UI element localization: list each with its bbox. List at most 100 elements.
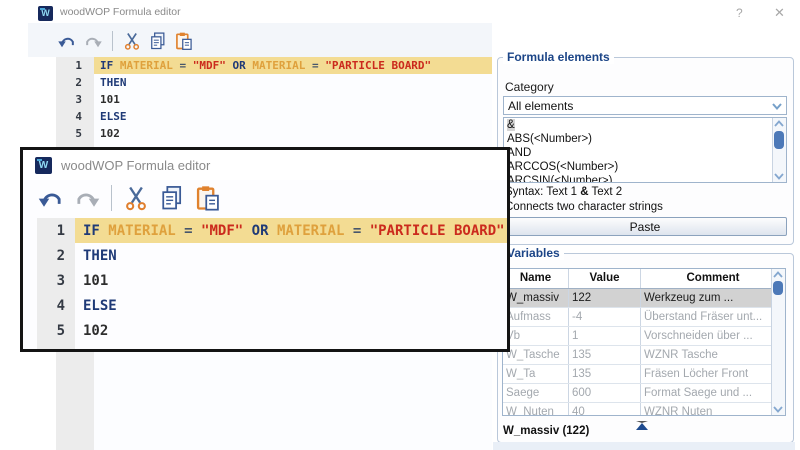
table-row[interactable]: W_Nuten40WZNR Nuten [503, 403, 785, 416]
table-cell: W_Ta [503, 365, 569, 383]
woodwop-app-icon: W [35, 157, 52, 174]
table-row[interactable]: Vb1Vorschneiden über ... [503, 327, 785, 346]
editor-line[interactable]: 4ELSE [23, 293, 507, 318]
scroll-up-icon[interactable] [773, 118, 785, 130]
undo-button[interactable] [33, 184, 69, 212]
table-row[interactable]: W_Tasche135WZNR Tasche [503, 346, 785, 365]
table-cell: WZNR Nuten [641, 403, 785, 416]
line-number: 5 [23, 323, 75, 339]
scroll-up-icon[interactable] [772, 269, 784, 281]
editor-line[interactable]: 3 101 [56, 91, 492, 108]
chevron-down-icon[interactable] [770, 99, 784, 113]
column-header-value[interactable]: Value [569, 269, 641, 288]
line-number: 1 [56, 59, 94, 72]
table-row[interactable]: Aufmass-4Überstand Fräser unt... [503, 308, 785, 327]
editor-line[interactable]: 5 102 [56, 125, 492, 142]
category-label: Category [505, 80, 554, 94]
table-scrollbar[interactable] [771, 269, 785, 415]
code-token: = [312, 59, 319, 72]
copy-button[interactable] [154, 184, 190, 212]
line-number: 2 [56, 76, 94, 89]
redo-button[interactable] [69, 184, 105, 212]
code-token: = [353, 223, 361, 239]
collapse-up-icon[interactable] [636, 421, 648, 430]
table-cell: Aufmass [503, 308, 569, 326]
woodwop-app-icon: W [38, 6, 53, 21]
scrollbar-thumb[interactable] [773, 281, 783, 295]
editor-line[interactable]: 5 102 [23, 318, 507, 343]
code-token: 101 [100, 93, 120, 106]
editor-line[interactable]: 2THEN [56, 74, 492, 91]
editor-line[interactable]: 4 ELSE [56, 108, 492, 125]
code-token: "MDF" [201, 223, 243, 239]
cut-button[interactable] [118, 184, 154, 212]
cut-button[interactable] [119, 31, 145, 51]
category-dropdown[interactable]: All elements [503, 96, 787, 115]
editor-line[interactable]: 3101 [23, 268, 507, 293]
list-scrollbar[interactable] [772, 118, 786, 182]
formula-elements-list: &ABS(<Number>)ANDARCCOS(<Number>)ARCSIN(… [503, 117, 787, 183]
code-token: MATERIAL [120, 59, 173, 72]
line-number: 4 [56, 110, 94, 123]
code-token: "MDF" [193, 59, 226, 72]
paste-button-toolbar[interactable] [171, 31, 197, 51]
code-token: "PARTICLE BOARD" [370, 223, 505, 239]
column-header-name[interactable]: Name [503, 269, 569, 288]
list-item[interactable]: ARCCOS(<Number>) [504, 160, 786, 174]
editor-line[interactable]: 1IF MATERIAL = "MDF" OR MATERIAL = "PART… [23, 218, 507, 243]
table-cell: 40 [569, 403, 641, 416]
scroll-down-icon[interactable] [772, 403, 784, 415]
table-row[interactable]: Saege600Format Saege und ... [503, 384, 785, 403]
table-header-row[interactable]: Name Value Comment [503, 269, 785, 289]
list-item[interactable]: ARCSIN(<Number>) [504, 174, 786, 183]
undo-button[interactable] [54, 31, 80, 51]
scrollbar-thumb[interactable] [774, 131, 784, 149]
help-button[interactable]: ? [730, 4, 748, 20]
table-cell: 135 [569, 365, 641, 383]
popup-code-editor[interactable]: 1IF MATERIAL = "MDF" OR MATERIAL = "PART… [23, 218, 507, 349]
table-cell: 600 [569, 384, 641, 402]
code-token: = [184, 223, 192, 239]
code-token: THEN [83, 248, 117, 264]
redo-button[interactable] [80, 31, 106, 51]
table-cell: -4 [569, 308, 641, 326]
close-button[interactable]: ✕ [768, 4, 786, 20]
code-token: ELSE [83, 298, 117, 314]
table-cell: 122 [569, 289, 641, 307]
popup-toolbar [33, 182, 226, 214]
editor-line[interactable]: 1IF MATERIAL = "MDF" OR MATERIAL = "PART… [56, 57, 492, 74]
paste-icon [190, 184, 226, 212]
code-token: ELSE [100, 110, 127, 123]
column-header-comment[interactable]: Comment [641, 269, 785, 288]
paste-button-toolbar[interactable] [190, 184, 226, 212]
table-cell: Vorschneiden über ... [641, 327, 785, 345]
table-cell: Vb [503, 327, 569, 345]
code-token: MATERIAL [252, 59, 305, 72]
code-token: OR [252, 223, 269, 239]
paste-icon [171, 31, 197, 51]
table-cell: Fräsen Löcher Front [641, 365, 785, 383]
syntax-text: Syntax: Text 1 & Text 2 [505, 186, 622, 198]
copy-button[interactable] [145, 31, 171, 51]
table-cell: W_massiv [503, 289, 569, 307]
table-row[interactable]: W_Ta135Fräsen Löcher Front [503, 365, 785, 384]
paste-element-button[interactable]: Paste [503, 217, 787, 236]
table-row[interactable]: W_massiv122Werkzeug zum ... [503, 289, 785, 308]
list-item[interactable]: & [504, 118, 786, 132]
list-item[interactable]: ABS(<Number>) [504, 132, 786, 146]
toolbar-separator [112, 31, 113, 51]
line-number: 3 [56, 93, 94, 106]
scroll-down-icon[interactable] [773, 170, 785, 182]
code-token: 102 [83, 323, 108, 339]
editor-line[interactable]: 2THEN [23, 243, 507, 268]
undo-icon [54, 31, 80, 51]
code-token: 101 [83, 273, 108, 289]
list-item[interactable]: AND [504, 146, 786, 160]
popup-formula-editor-window: W woodWOP Formula editor 1IF MATERIAL = … [20, 147, 510, 352]
popup-window-title: woodWOP Formula editor [61, 158, 210, 173]
code-token: 102 [100, 127, 120, 140]
formula-elements-title: Formula elements [503, 50, 614, 64]
code-token: OR [232, 59, 245, 72]
line-number: 5 [56, 127, 94, 140]
table-cell: Werkzeug zum ... [641, 289, 785, 307]
